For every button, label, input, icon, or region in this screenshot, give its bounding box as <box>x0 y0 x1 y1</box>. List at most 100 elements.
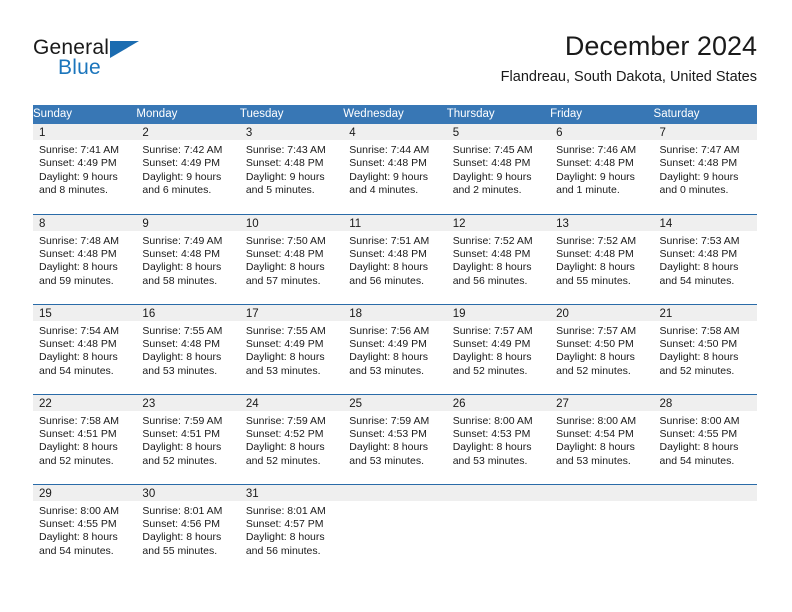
sunrise-text: Sunrise: 7:51 AM <box>349 234 430 247</box>
calendar-day-cell[interactable]: 7 Sunrise: 7:47 AM Sunset: 4:48 PM Daylight… <box>653 124 757 214</box>
sunrise-text: Sunrise: 7:54 AM <box>39 324 119 337</box>
sunrise-text: Sunrise: 8:00 AM <box>39 504 119 517</box>
calendar-day-cell[interactable]: 16 Sunrise: 7:55 AM Sunset: 4:48 PM Dayligh… <box>136 303 240 394</box>
day-info: Sunrise: 7:57 AM Sunset: 4:49 PM Daylight:… <box>447 321 550 379</box>
daylight-text: Daylight: 8 hours and 58 minutes. <box>142 261 222 287</box>
calendar-day-cell[interactable]: 18 Sunrise: 7:56 AM Sunset: 4:49 PM Dayligh… <box>343 303 447 394</box>
day-info: Sunrise: 7:53 AM Sunset: 4:48 PM Daylight:… <box>654 231 757 289</box>
sunrise-text: Sunrise: 7:46 AM <box>556 144 637 156</box>
weekday-header-wednesday: Wednesday <box>343 105 447 124</box>
calendar-day-cell[interactable]: 24 Sunrise: 7:59 AM Sunset: 4:52 PM Dayligh… <box>239 393 344 484</box>
calendar-day-cell[interactable]: 26 Sunrise: 8:00 AM Sunset: 4:53 PM Dayligh… <box>446 393 551 484</box>
sunset-text: Sunset: 4:52 PM <box>245 427 324 440</box>
day-info: Sunrise: 8:00 AM Sunset: 4:53 PM Daylight:… <box>447 411 550 469</box>
day-number: 25 <box>343 394 447 411</box>
daylight-text: Daylight: 8 hours and 53 minutes. <box>245 351 325 377</box>
calendar-day-cell[interactable]: 11 Sunrise: 7:51 AM Sunset: 4:48 PM Dayligh… <box>343 213 447 304</box>
calendar-day-cell[interactable]: 14 Sunrise: 7:53 AM Sunset: 4:48 PM Dayligh… <box>653 213 757 304</box>
calendar-day-cell[interactable]: 29 Sunrise: 8:00 AM Sunset: 4:55 PM Dayligh… <box>33 483 137 574</box>
day-info: Sunrise: 7:54 AM Sunset: 4:48 PM Daylight:… <box>33 321 136 379</box>
calendar-day-cell[interactable]: 27 Sunrise: 8:00 AM Sunset: 4:54 PM Dayligh… <box>550 393 654 484</box>
sunrise-text: Sunrise: 8:01 AM <box>142 504 223 517</box>
day-number: 24 <box>239 394 344 411</box>
calendar-day-cell[interactable]: 19 Sunrise: 7:57 AM Sunset: 4:49 PM Dayligh… <box>446 303 551 394</box>
sunrise-text: Sunrise: 7:43 AM <box>245 144 326 156</box>
calendar-day-cell[interactable]: 4 Sunrise: 7:44 AM Sunset: 4:48 PM Daylight… <box>343 124 447 214</box>
day-info: Sunrise: 7:50 AM Sunset: 4:48 PM Daylight:… <box>240 231 343 289</box>
daylight-text: Daylight: 9 hours and 8 minutes. <box>39 170 118 197</box>
page-title: December 2024 <box>564 31 757 61</box>
calendar-day-cell[interactable]: 9 Sunrise: 7:49 AM Sunset: 4:48 PM Daylight… <box>136 213 240 304</box>
calendar-day-cell[interactable]: 17 Sunrise: 7:55 AM Sunset: 4:49 PM Dayligh… <box>239 303 344 394</box>
calendar-week-row: 1 Sunrise: 7:41 AM Sunset: 4:49 PM Daylight… <box>33 124 757 214</box>
triangle-flag-icon <box>110 41 139 58</box>
sunrise-text: Sunrise: 7:52 AM <box>452 234 533 247</box>
sunrise-text: Sunrise: 7:55 AM <box>245 324 326 337</box>
sunrise-text: Sunrise: 7:41 AM <box>39 144 119 156</box>
sunset-text: Sunset: 4:49 PM <box>39 157 117 170</box>
day-info: Sunrise: 7:59 AM Sunset: 4:52 PM Daylight:… <box>240 411 343 469</box>
day-info: Sunrise: 8:00 AM Sunset: 4:55 PM Daylight:… <box>654 411 757 469</box>
sunset-text: Sunset: 4:49 PM <box>349 337 427 350</box>
day-info: Sunrise: 7:56 AM Sunset: 4:49 PM Daylight:… <box>343 321 446 379</box>
daylight-text: Daylight: 9 hours and 2 minutes. <box>452 170 532 197</box>
sunset-text: Sunset: 4:48 PM <box>245 157 324 170</box>
day-info: Sunrise: 7:41 AM Sunset: 4:49 PM Daylight:… <box>33 140 136 198</box>
day-info: Sunrise: 7:59 AM Sunset: 4:53 PM Daylight:… <box>343 411 446 469</box>
calendar-day-cell[interactable]: 2 Sunrise: 7:42 AM Sunset: 4:49 PM Daylight… <box>136 124 240 214</box>
calendar-day-cell[interactable]: 25 Sunrise: 7:59 AM Sunset: 4:53 PM Dayligh… <box>343 393 447 484</box>
daylight-text: Daylight: 8 hours and 53 minutes. <box>142 351 222 377</box>
day-info: Sunrise: 7:46 AM Sunset: 4:48 PM Daylight:… <box>550 140 653 198</box>
calendar-day-cell[interactable]: 15 Sunrise: 7:54 AM Sunset: 4:48 PM Dayligh… <box>33 303 137 394</box>
day-number: 19 <box>446 304 551 321</box>
calendar-day-cell[interactable]: 8 Sunrise: 7:48 AM Sunset: 4:48 PM Daylight… <box>33 213 137 304</box>
day-number: 23 <box>136 394 240 411</box>
calendar-day-cell[interactable]: 3 Sunrise: 7:43 AM Sunset: 4:48 PM Daylight… <box>239 124 344 214</box>
day-number: 8 <box>33 214 137 231</box>
page-header: General Blue December 2024 Flandreau, So… <box>0 0 792 100</box>
day-info: Sunrise: 7:55 AM Sunset: 4:49 PM Daylight:… <box>240 321 343 379</box>
calendar-day-cell[interactable]: 23 Sunrise: 7:59 AM Sunset: 4:51 PM Dayligh… <box>136 393 240 484</box>
weekday-header-saturday: Saturday <box>653 105 757 124</box>
calendar-day-cell[interactable]: 30 Sunrise: 8:01 AM Sunset: 4:56 PM Dayligh… <box>136 483 240 574</box>
daylight-text: Daylight: 9 hours and 1 minute. <box>556 170 635 197</box>
calendar-day-cell[interactable]: 5 Sunrise: 7:45 AM Sunset: 4:48 PM Daylight… <box>446 124 551 214</box>
calendar-day-cell[interactable]: 28 Sunrise: 8:00 AM Sunset: 4:55 PM Dayligh… <box>653 393 757 484</box>
day-number: 15 <box>33 304 137 321</box>
calendar-day-cell[interactable]: 22 Sunrise: 7:58 AM Sunset: 4:51 PM Dayligh… <box>33 393 137 484</box>
calendar-week-row: 22 Sunrise: 7:58 AM Sunset: 4:51 PM Dayligh… <box>33 393 757 484</box>
calendar-body: 1 Sunrise: 7:41 AM Sunset: 4:49 PM Daylight… <box>33 124 757 574</box>
sunset-text: Sunset: 4:48 PM <box>39 337 117 350</box>
sunrise-text: Sunrise: 7:57 AM <box>556 324 637 337</box>
daylight-text: Daylight: 8 hours and 53 minutes. <box>349 441 429 467</box>
sunset-text: Sunset: 4:54 PM <box>556 427 634 440</box>
daylight-text: Daylight: 8 hours and 52 minutes. <box>659 351 739 377</box>
calendar-day-cell[interactable]: 20 Sunrise: 7:57 AM Sunset: 4:50 PM Dayligh… <box>550 303 654 394</box>
calendar-day-cell[interactable]: 1 Sunrise: 7:41 AM Sunset: 4:49 PM Daylight… <box>33 124 137 214</box>
calendar-day-cell[interactable]: 6 Sunrise: 7:46 AM Sunset: 4:48 PM Daylight… <box>550 124 654 214</box>
sunrise-text: Sunrise: 7:58 AM <box>659 324 740 337</box>
daylight-text: Daylight: 9 hours and 0 minutes. <box>659 170 739 197</box>
day-info: Sunrise: 8:01 AM Sunset: 4:56 PM Daylight:… <box>136 501 239 559</box>
calendar-day-cell[interactable]: 21 Sunrise: 7:58 AM Sunset: 4:50 PM Dayligh… <box>653 303 757 394</box>
calendar-day-cell[interactable]: 13 Sunrise: 7:52 AM Sunset: 4:48 PM Dayligh… <box>550 213 654 304</box>
sunset-text: Sunset: 4:48 PM <box>556 157 634 170</box>
sunset-text: Sunset: 4:53 PM <box>349 427 427 440</box>
page-subtitle: Flandreau, South Dakota, United States <box>500 69 757 85</box>
calendar-day-cell[interactable]: 31 Sunrise: 8:01 AM Sunset: 4:57 PM Dayligh… <box>239 483 344 574</box>
daylight-text: Daylight: 8 hours and 52 minutes. <box>39 441 118 467</box>
calendar-day-cell[interactable]: 12 Sunrise: 7:52 AM Sunset: 4:48 PM Dayligh… <box>446 213 551 304</box>
day-info: Sunrise: 8:00 AM Sunset: 4:55 PM Daylight:… <box>33 501 136 559</box>
sunrise-text: Sunrise: 8:00 AM <box>556 414 637 427</box>
sunset-text: Sunset: 4:48 PM <box>659 247 738 260</box>
daylight-text: Daylight: 8 hours and 59 minutes. <box>39 261 118 287</box>
day-info: Sunrise: 7:52 AM Sunset: 4:48 PM Daylight:… <box>550 231 653 289</box>
sunset-text: Sunset: 4:48 PM <box>142 247 221 260</box>
sunrise-text: Sunrise: 7:59 AM <box>142 414 223 427</box>
day-number: 28 <box>653 394 757 411</box>
sunrise-text: Sunrise: 7:52 AM <box>556 234 637 247</box>
day-info: Sunrise: 8:01 AM Sunset: 4:57 PM Daylight:… <box>240 501 343 559</box>
sunrise-text: Sunrise: 8:01 AM <box>245 504 326 517</box>
calendar-day-cell[interactable]: 10 Sunrise: 7:50 AM Sunset: 4:48 PM Dayligh… <box>239 213 344 304</box>
day-info: Sunrise: 7:58 AM Sunset: 4:51 PM Daylight:… <box>33 411 136 469</box>
